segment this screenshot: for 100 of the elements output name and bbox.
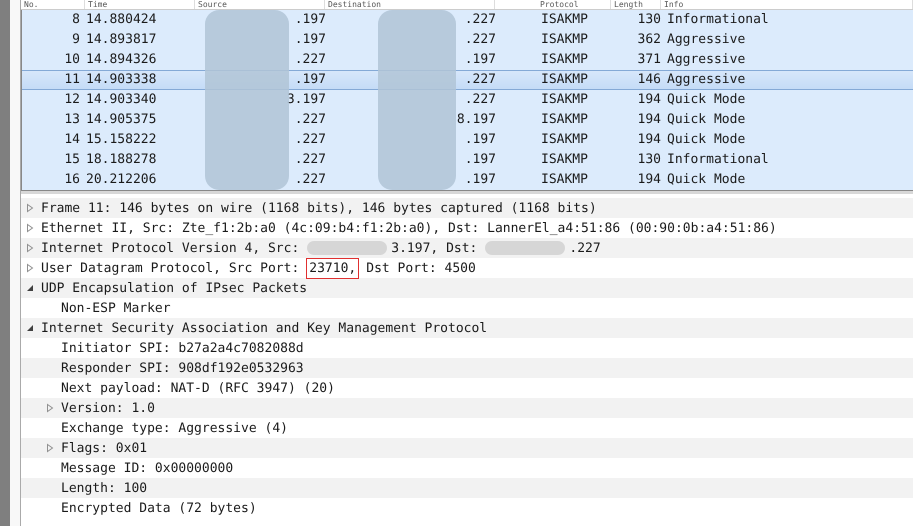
table-cell-text: ISAKMP xyxy=(540,111,589,129)
collapsed-triangle-icon[interactable] xyxy=(45,443,55,453)
table-cell-text: .227 xyxy=(294,171,326,189)
table-cell-text: 15.158222 xyxy=(86,131,158,149)
tree-item-text[interactable]: Exchange type: Aggressive (4) xyxy=(61,420,288,436)
table-cell-text: Aggressive xyxy=(667,51,746,69)
table-cell-text: 11 xyxy=(63,71,81,89)
column-header[interactable]: Info xyxy=(661,0,913,9)
table-cell-text: .227 xyxy=(464,71,496,89)
tree-item-text[interactable]: Ethernet II, Src: Zte_f1:2b:a0 (4c:09:b4:f1:2b:a0), Dst: LannerEl_a4:51:86 (00:90:0b:a4:51:86) xyxy=(41,220,777,236)
packet-row[interactable]: 13 14.905375 .227 8.197 ISAKMP 194 Quick Mode xyxy=(22,110,913,130)
table-cell-text: 8 xyxy=(71,11,81,29)
collapsed-triangle-icon[interactable] xyxy=(25,223,35,233)
table-cell-text: ISAKMP xyxy=(540,91,589,109)
tree-item-text[interactable]: Initiator SPI: b27a2a4c7082088d xyxy=(61,340,304,356)
table-cell-text: 362 xyxy=(636,31,662,49)
table-cell-text: .197 xyxy=(464,51,496,69)
table-cell-text: 12 xyxy=(63,91,81,109)
tree-item-text[interactable]: Flags: 0x01 xyxy=(61,440,148,456)
table-cell-text: .197 xyxy=(294,11,326,29)
table-cell-text: 18.188278 xyxy=(86,151,158,169)
table-cell-text: ISAKMP xyxy=(540,11,589,29)
tree-item-text[interactable]: Message ID: 0x00000000 xyxy=(61,460,234,476)
collapsed-triangle-icon[interactable] xyxy=(25,203,35,213)
table-cell-text: 194 xyxy=(636,131,662,149)
tree-item-text[interactable]: 3.197, Dst: xyxy=(391,240,478,256)
table-cell-text: 16 xyxy=(63,171,81,189)
column-header[interactable]: Destination xyxy=(325,0,495,9)
column-header[interactable]: Protocol xyxy=(495,0,611,9)
table-cell-text: 130 xyxy=(636,151,662,169)
table-cell-text: 14.905375 xyxy=(86,111,158,129)
table-cell-text: 14.893817 xyxy=(86,31,158,49)
highlighted-value: 23710, xyxy=(309,260,356,276)
table-cell-text: .227 xyxy=(464,11,496,29)
tree-item-text[interactable]: User Datagram Protocol, Src Port: xyxy=(41,260,300,276)
collapsed-triangle-icon[interactable] xyxy=(45,403,55,413)
table-cell-text: 14.880424 xyxy=(86,11,158,29)
table-cell-text: .227 xyxy=(294,111,326,129)
table-cell-text: 194 xyxy=(636,171,662,189)
tree-item-text[interactable]: Non-ESP Marker xyxy=(61,300,171,316)
tree-item-text[interactable]: Dst Port: 4500 xyxy=(366,260,476,276)
table-cell-text: ISAKMP xyxy=(540,71,589,89)
table-cell-text: .227 xyxy=(464,31,496,49)
table-cell-text: .197 xyxy=(464,131,496,149)
table-cell-text: 194 xyxy=(636,111,662,129)
table-cell-text: 146 xyxy=(636,71,662,89)
table-cell-text: 14.903340 xyxy=(86,91,158,109)
packet-row[interactable]: 8 14.880424 .197 .227 ISAKMP 130 Informational xyxy=(22,10,913,30)
table-cell-text: 10 xyxy=(63,51,81,69)
table-cell-text: 15 xyxy=(63,151,81,169)
table-cell-text: .227 xyxy=(294,51,326,69)
column-header[interactable]: Length xyxy=(611,0,661,9)
tree-item-text[interactable]: .227 xyxy=(569,240,601,256)
table-cell-text: Quick Mode xyxy=(667,111,746,129)
packet-row[interactable]: 12 14.903340 3.197 .227 ISAKMP 194 Quick Mode xyxy=(22,90,913,110)
table-cell-text: Aggressive xyxy=(667,31,746,49)
table-cell-text: 14.894326 xyxy=(86,51,158,69)
table-cell-text: 371 xyxy=(636,51,662,69)
table-cell-text: Aggressive xyxy=(667,71,746,89)
table-cell-text: .227 xyxy=(294,151,326,169)
column-header[interactable]: Time xyxy=(85,0,195,9)
table-cell-text: .197 xyxy=(464,171,496,189)
table-cell-text: Informational xyxy=(667,151,770,169)
table-cell-text: 9 xyxy=(71,31,81,49)
table-cell-text: 130 xyxy=(636,11,662,29)
packet-row[interactable]: 14 15.158222 .227 .197 ISAKMP 194 Quick Mode xyxy=(22,130,913,150)
table-cell-text: 14 xyxy=(63,131,81,149)
packet-row[interactable]: 15 18.188278 .227 .197 ISAKMP 130 Informational xyxy=(22,150,913,170)
tree-item-text[interactable]: Length: 100 xyxy=(61,480,148,496)
collapsed-triangle-icon[interactable] xyxy=(25,263,35,273)
table-cell-text: 194 xyxy=(636,91,662,109)
table-cell-text: ISAKMP xyxy=(540,151,589,169)
table-cell-text: Quick Mode xyxy=(667,131,746,149)
table-cell-text: Quick Mode xyxy=(667,91,746,109)
column-header[interactable]: Source xyxy=(195,0,325,9)
table-cell-text: 8.197 xyxy=(456,111,496,129)
packet-row[interactable]: 9 14.893817 .197 .227 ISAKMP 362 Aggressive xyxy=(22,30,913,50)
table-cell-text: .197 xyxy=(294,71,326,89)
table-cell-text: ISAKMP xyxy=(540,171,589,189)
expanded-triangle-icon[interactable] xyxy=(25,283,35,293)
table-cell-text: .227 xyxy=(464,91,496,109)
packet-row[interactable]: 10 14.894326 .227 .197 ISAKMP 371 Aggressive xyxy=(22,50,913,70)
collapsed-triangle-icon[interactable] xyxy=(25,243,35,253)
table-cell-text: ISAKMP xyxy=(540,131,589,149)
table-cell-text: .197 xyxy=(464,151,496,169)
table-cell-text: 14.903338 xyxy=(86,71,158,89)
table-cell-text: 20.212206 xyxy=(86,171,158,189)
tree-item-text[interactable]: Internet Protocol Version 4, Src: xyxy=(41,240,300,256)
tree-item-text[interactable]: Next payload: NAT-D (RFC 3947) (20) xyxy=(61,380,335,396)
table-cell-text: ISAKMP xyxy=(540,51,589,69)
expanded-triangle-icon[interactable] xyxy=(25,323,35,333)
table-cell-text: 13 xyxy=(63,111,81,129)
table-cell-text: 3.197 xyxy=(286,91,326,109)
table-cell-text: Informational xyxy=(667,11,770,29)
tree-item-text[interactable]: Encrypted Data (72 bytes) xyxy=(61,500,257,516)
tree-item-text[interactable]: Version: 1.0 xyxy=(61,400,155,416)
table-cell-text: .197 xyxy=(294,31,326,49)
column-header[interactable]: No. xyxy=(21,0,85,9)
table-cell-text: Quick Mode xyxy=(667,171,746,189)
packet-row[interactable]: 16 20.212206 .227 .197 ISAKMP 194 Quick Mode xyxy=(22,170,913,190)
